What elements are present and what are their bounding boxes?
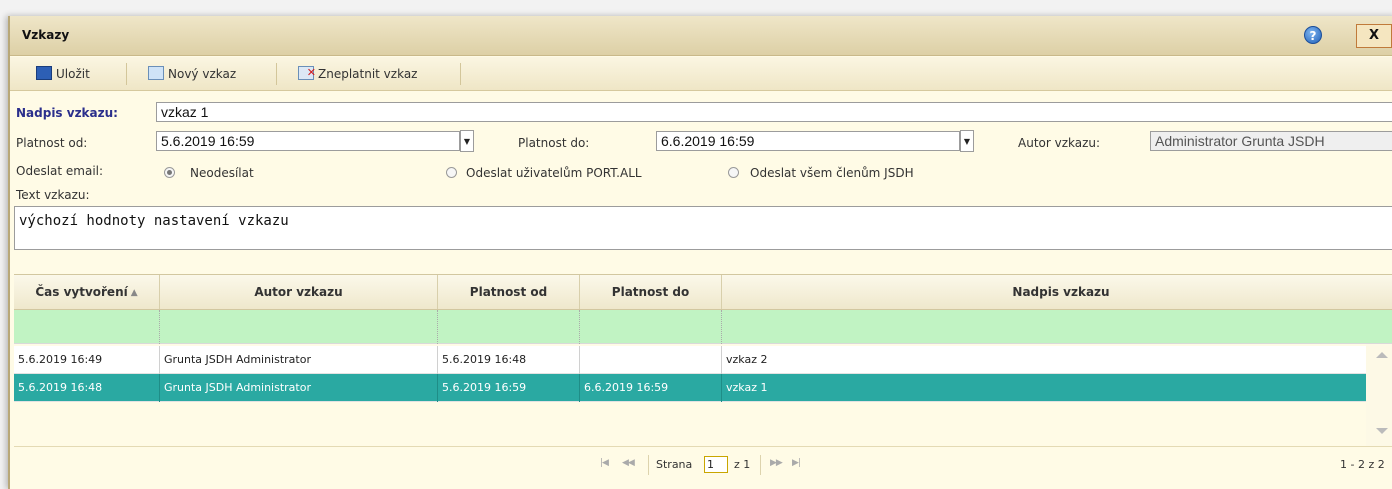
- question-circle-icon[interactable]: ?: [1304, 26, 1322, 44]
- first-page-icon[interactable]: |◀: [600, 458, 609, 468]
- text-label: Text vzkazu:: [16, 188, 90, 202]
- radio-no-send-label: Neodesílat: [190, 166, 254, 180]
- radio-no-send[interactable]: [164, 167, 175, 178]
- radio-send-all-members[interactable]: [728, 167, 739, 178]
- column-header-valid-from[interactable]: Platnost od: [438, 275, 580, 309]
- send-email-label: Odeslat email:: [16, 164, 104, 178]
- cell-valid-to: [580, 346, 722, 374]
- cell-author: Grunta JSDH Administrator: [160, 346, 438, 374]
- scroll-up-icon[interactable]: [1376, 352, 1388, 358]
- floppy-disk-icon: [36, 66, 52, 80]
- cell-valid-from: 5.6.2019 16:59: [438, 374, 580, 402]
- column-header-created[interactable]: Čas vytvoření ▲: [14, 275, 160, 309]
- filter-cell-valid-from[interactable]: [438, 310, 580, 344]
- cell-valid-to: 6.6.2019 16:59: [580, 374, 722, 402]
- page-count-label: z 1: [734, 458, 751, 471]
- filter-cell-valid-to[interactable]: [580, 310, 722, 344]
- cell-created: 5.6.2019 16:48: [14, 374, 160, 402]
- pager: |◀ ◀◀ Strana 1 z 1 ▶▶ ▶| 1 - 2 z 2: [14, 446, 1392, 484]
- toolbar: Uložit Nový vzkaz Zneplatnit vzkaz: [10, 57, 1392, 91]
- toolbar-separator: [276, 63, 277, 85]
- invalidate-icon: [298, 63, 316, 83]
- table-row-selected[interactable]: 5.6.2019 16:48 Grunta JSDH Administrator…: [14, 374, 1366, 402]
- previous-page-icon[interactable]: ◀◀: [622, 458, 635, 468]
- toolbar-separator: [126, 63, 127, 85]
- new-message-label: Nový vzkaz: [168, 67, 237, 81]
- pager-summary: 1 - 2 z 2: [1340, 458, 1385, 471]
- title-label: Nadpis vzkazu:: [16, 106, 118, 120]
- sort-icon: ▲: [130, 288, 138, 298]
- page-input[interactable]: 1: [704, 456, 728, 473]
- new-message-button[interactable]: Nový vzkaz: [148, 64, 236, 84]
- toolbar-separator: [460, 63, 461, 85]
- filter-cell-author[interactable]: [160, 310, 438, 344]
- radio-send-portal-users-label: Odeslat uživatelům PORT.ALL: [466, 166, 642, 180]
- new-document-icon: [148, 66, 164, 80]
- cell-valid-from: 5.6.2019 16:48: [438, 346, 580, 374]
- grid-scrollbar[interactable]: [1366, 344, 1392, 446]
- column-header-title[interactable]: Nadpis vzkazu: [722, 275, 1392, 309]
- author-field: Administrator Grunta JSDH: [1150, 131, 1392, 151]
- pager-separator: [760, 455, 761, 475]
- page-label: Strana: [656, 458, 693, 471]
- scroll-down-icon[interactable]: [1376, 428, 1388, 434]
- author-label: Autor vzkazu:: [1018, 136, 1101, 150]
- next-page-icon[interactable]: ▶▶: [770, 458, 783, 468]
- filter-cell-created[interactable]: [14, 310, 160, 344]
- valid-from-label: Platnost od:: [16, 136, 88, 150]
- invalidate-message-button[interactable]: Zneplatnit vzkaz: [298, 63, 418, 84]
- grid-header: Čas vytvoření ▲ Autor vzkazu Platnost od …: [14, 274, 1392, 310]
- filter-row: [14, 310, 1392, 344]
- valid-from-input[interactable]: 5.6.2019 16:59: [156, 131, 460, 151]
- title-input[interactable]: vzkaz 1: [156, 102, 1392, 122]
- invalidate-message-label: Zneplatnit vzkaz: [318, 67, 418, 81]
- messages-window: Vzkazy ? X Uložit Nový vzkaz Zneplatnit …: [8, 16, 1392, 489]
- column-header-author[interactable]: Autor vzkazu: [160, 275, 438, 309]
- valid-to-input[interactable]: 6.6.2019 16:59: [656, 131, 960, 151]
- save-button[interactable]: Uložit: [36, 64, 90, 84]
- messages-grid: Čas vytvoření ▲ Autor vzkazu Platnost od …: [14, 274, 1392, 484]
- window-title: Vzkazy: [22, 28, 70, 42]
- filter-cell-title[interactable]: [722, 310, 1392, 344]
- column-header-valid-to[interactable]: Platnost do: [580, 275, 722, 309]
- cell-created: 5.6.2019 16:49: [14, 346, 160, 374]
- radio-send-all-members-label: Odeslat všem členům JSDH: [750, 166, 914, 180]
- cell-author: Grunta JSDH Administrator: [160, 374, 438, 402]
- valid-to-label: Platnost do:: [518, 136, 590, 150]
- valid-to-dropdown-button[interactable]: ▼: [960, 130, 974, 152]
- table-row[interactable]: 5.6.2019 16:49 Grunta JSDH Administrator…: [14, 346, 1366, 374]
- cell-title: vzkaz 1: [726, 381, 768, 394]
- window-titlebar: Vzkazy ? X: [10, 16, 1392, 56]
- last-page-icon[interactable]: ▶|: [792, 458, 801, 468]
- cell-title: vzkaz 2: [726, 353, 768, 366]
- radio-send-portal-users[interactable]: [446, 167, 457, 178]
- message-text-area[interactable]: výchozí hodnoty nastavení vzkazu: [14, 206, 1392, 250]
- valid-from-dropdown-button[interactable]: ▼: [460, 130, 474, 152]
- close-button[interactable]: X: [1356, 24, 1392, 48]
- column-header-created-label: Čas vytvoření: [35, 285, 128, 299]
- save-button-label: Uložit: [56, 67, 90, 81]
- pager-separator: [648, 455, 649, 475]
